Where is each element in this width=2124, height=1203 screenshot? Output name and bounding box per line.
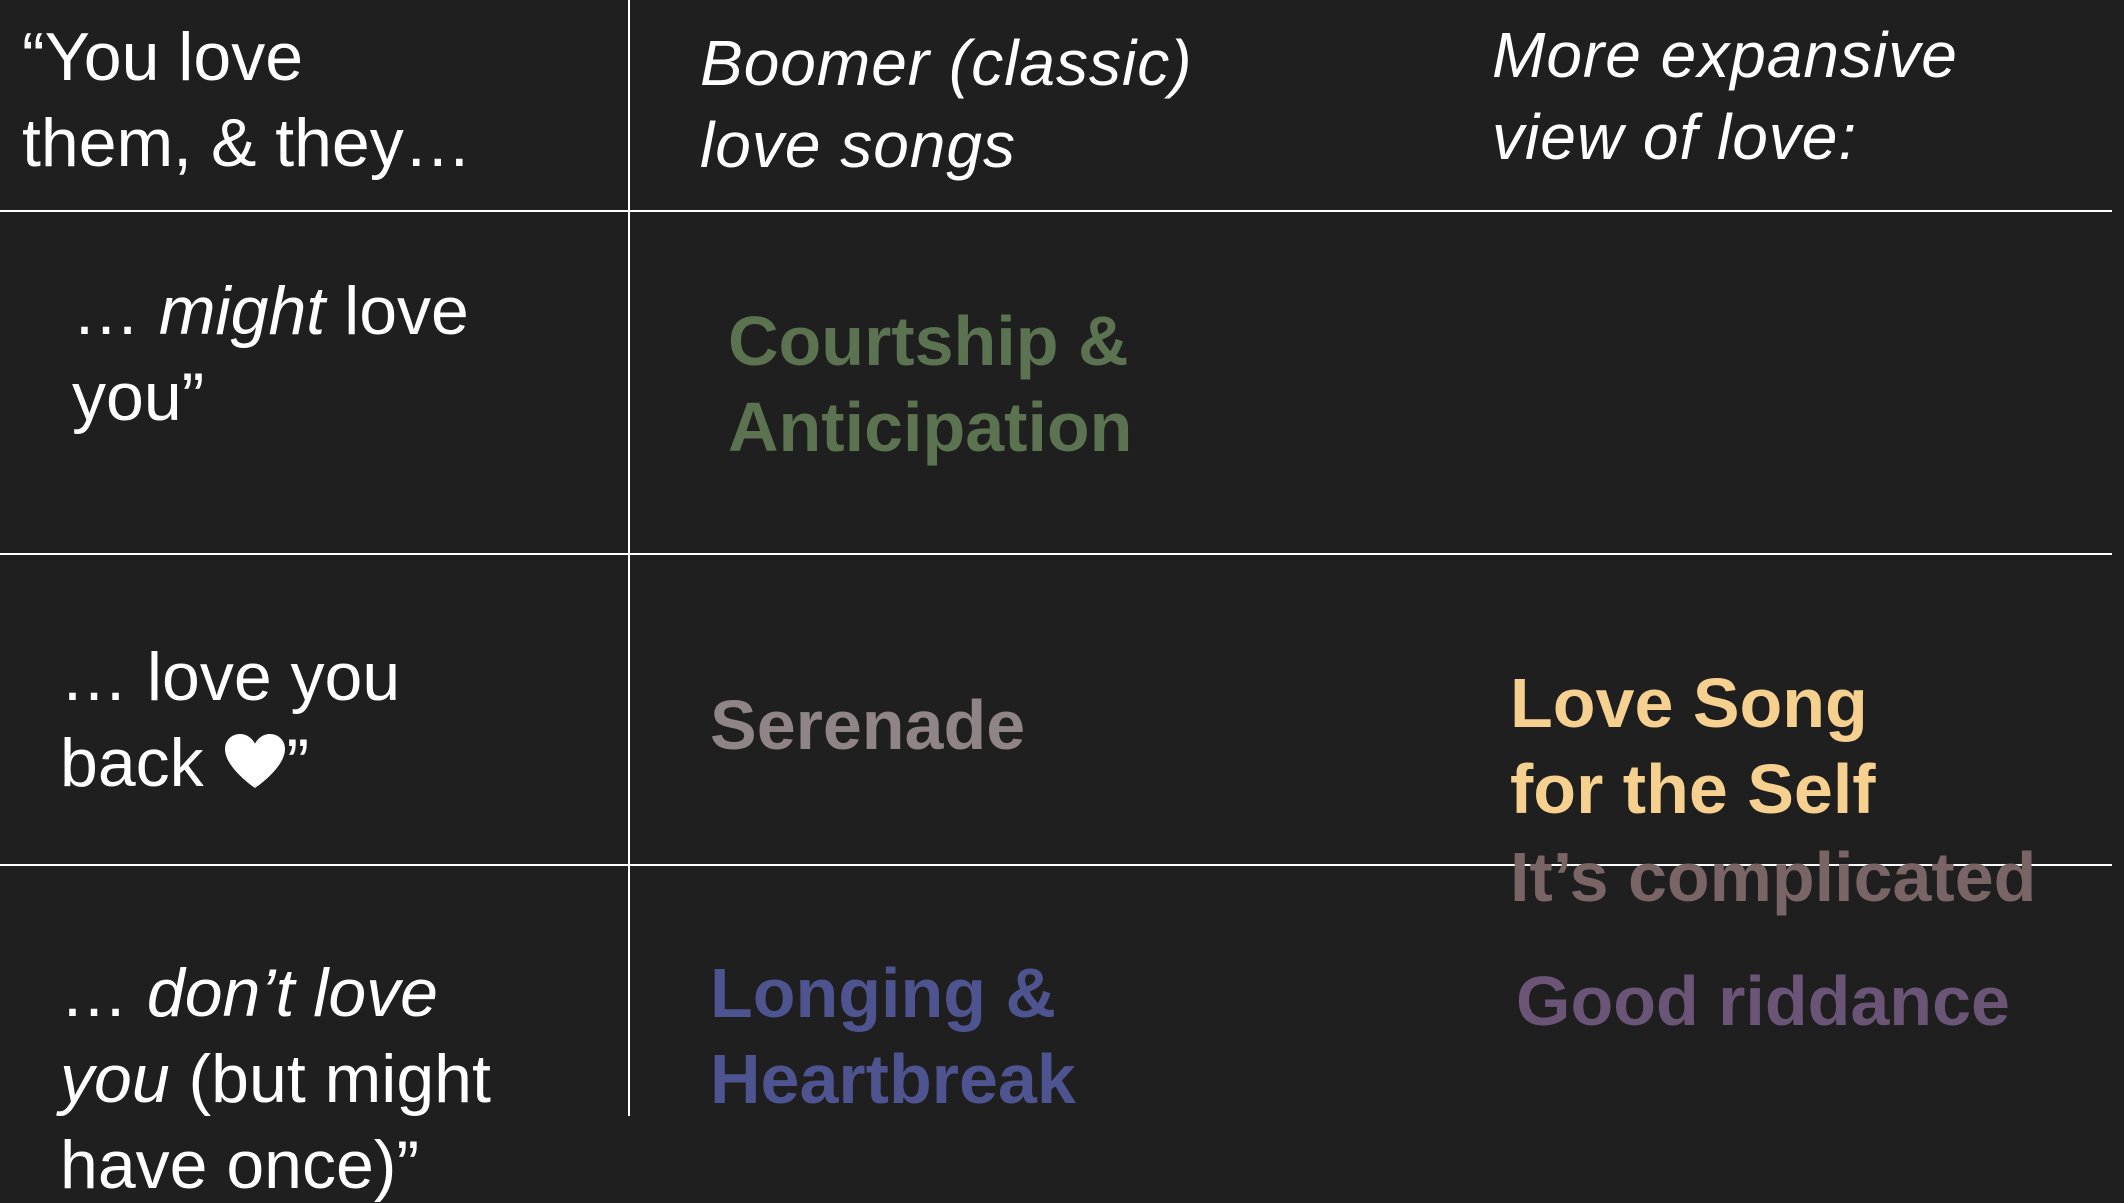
category-love-song-for-self: Love Song for the Self [1510, 660, 1876, 832]
row-label-dont-love-line2: you (but might [60, 1036, 491, 1122]
category-serenade: Serenade [710, 686, 1026, 764]
row-label-emphasis: might [158, 273, 326, 349]
row-label-might-love: … might love you” [72, 268, 469, 440]
row-label-dont-love-line3: have once)” [60, 1127, 420, 1203]
header-divider [0, 210, 2112, 212]
category-good-riddance: Good riddance [1516, 962, 2010, 1040]
row-label-love-back-line1: … love you [60, 639, 401, 715]
category-courtship-line2: Anticipation [728, 388, 1133, 466]
heart-icon [223, 724, 287, 810]
row-label-love-back-line2: back ” [60, 720, 400, 810]
love-song-taxonomy-slide: “You love them, & they… Boomer (classic)… [0, 0, 2124, 1203]
row-label-love-back: … love you back ” [60, 634, 400, 810]
row-label-prefix: … [60, 955, 147, 1031]
row-divider-1 [0, 553, 2112, 555]
column-header-boomer: Boomer (classic) love songs [700, 22, 1193, 186]
row-label-prefix: back [60, 725, 223, 801]
row-header-title: “You love them, & they… [22, 14, 472, 186]
column-header-expansive-line1: More expansive [1492, 19, 1958, 91]
row-label-dont-love-line1: … don’t love [60, 950, 491, 1036]
row-label-suffix: (but might [169, 1041, 491, 1117]
row-label-dont-love: … don’t love you (but might have once)” [60, 950, 491, 1203]
row-label-prefix: … [72, 273, 159, 349]
row-header-title-line1: “You love [22, 19, 304, 95]
category-courtship-line1: Courtship & [728, 302, 1129, 380]
category-longing-line1: Longing & [710, 954, 1057, 1032]
row-header-title-line2: them, & they… [22, 105, 472, 181]
row-label-emphasis: you [60, 1041, 170, 1117]
row-label-emphasis: don’t love [146, 955, 438, 1031]
column-header-boomer-line1: Boomer (classic) [700, 27, 1193, 99]
category-courtship-anticipation: Courtship & Anticipation [728, 298, 1132, 470]
row-label-might-love-line2: you” [72, 359, 205, 435]
category-longing-line2: Heartbreak [710, 1040, 1076, 1118]
category-self-line1: Love Song [1510, 664, 1868, 742]
row-label-might-love-line1: … might love [72, 268, 469, 354]
category-longing-heartbreak: Longing & Heartbreak [710, 950, 1076, 1122]
column-header-boomer-line2: love songs [700, 109, 1016, 181]
column-header-expansive: More expansive view of love: [1492, 14, 1958, 178]
row-label-suffix: ” [286, 725, 310, 801]
row-label-suffix: love [325, 273, 469, 349]
category-self-line2: for the Self [1510, 750, 1876, 828]
category-complicated: It’s complicated [1510, 838, 2037, 916]
column-header-expansive-line2: view of love: [1492, 101, 1858, 173]
column-divider [628, 0, 630, 1116]
